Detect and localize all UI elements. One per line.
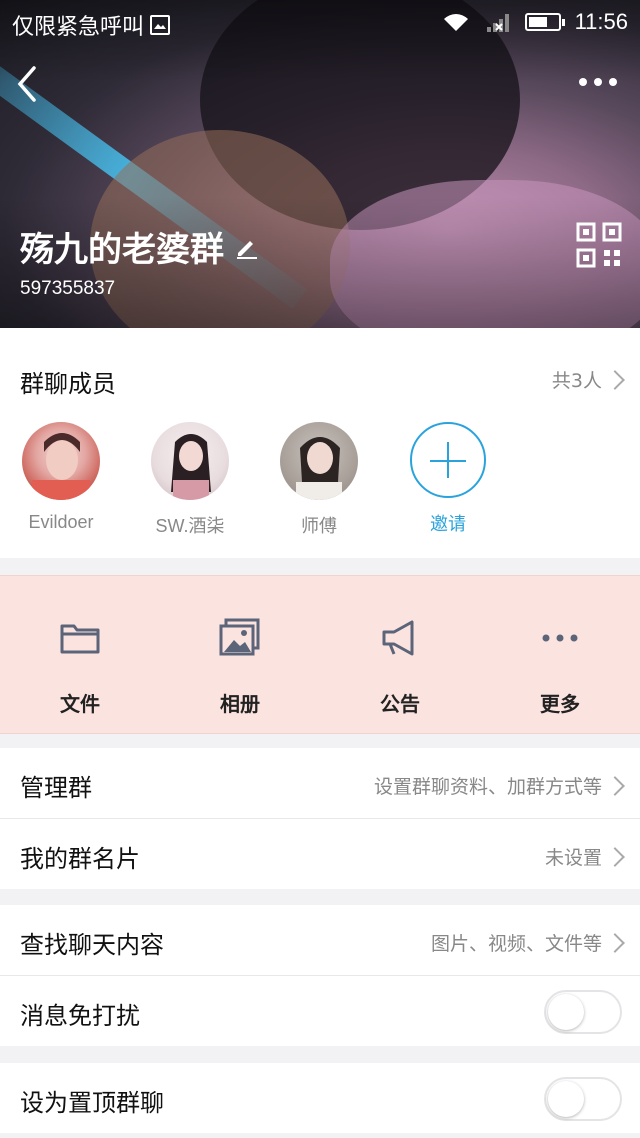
group-card-row[interactable]: 我的群名片 未设置 <box>0 819 640 889</box>
members-count: 共3人 <box>551 370 602 392</box>
search-chat-row[interactable]: 查找聊天内容 图片、视频、文件等 <box>0 905 640 976</box>
chevron-right-icon <box>605 932 625 953</box>
group-name[interactable]: 殇九的老婆群 <box>20 222 258 271</box>
back-button[interactable] <box>12 62 52 106</box>
megaphone-icon <box>382 620 414 656</box>
member-name: SW.酒柒 <box>155 516 225 536</box>
quick-action-announcement[interactable]: 公告 <box>320 616 480 717</box>
chevron-right-icon <box>605 369 625 390</box>
clock: 11:56 <box>574 9 628 34</box>
row-title: 设为置顶群聊 <box>20 1089 164 1117</box>
settings-group-3: 设为置顶群聊 <box>0 1063 640 1133</box>
settings-group-1: 管理群 设置群聊资料、加群方式等 我的群名片 未设置 <box>0 748 640 889</box>
chevron-right-icon <box>605 846 625 867</box>
album-icon <box>219 618 260 656</box>
quick-action-more[interactable]: 更多 <box>480 616 640 717</box>
avatar <box>22 422 100 500</box>
manage-group-row[interactable]: 管理群 设置群聊资料、加群方式等 <box>0 748 640 819</box>
row-value: 未设置 <box>544 847 602 869</box>
carrier-text: 仅限紧急呼叫 <box>12 14 145 39</box>
status-bar: 仅限紧急呼叫 11:56 <box>0 0 640 46</box>
mute-toggle[interactable] <box>544 990 622 1034</box>
group-id: 597355837 <box>20 278 116 299</box>
pin-toggle[interactable] <box>544 1077 622 1121</box>
add-icon <box>410 422 486 498</box>
row-title: 查找聊天内容 <box>20 931 164 959</box>
quick-actions: 文件 相册 公告 更多 <box>0 575 640 734</box>
image-icon <box>150 15 171 35</box>
quick-action-label: 文件 <box>60 692 100 716</box>
member-item[interactable]: SW.酒柒 <box>135 422 245 538</box>
more-button[interactable] <box>576 70 620 94</box>
member-item[interactable]: Evildoer <box>6 422 116 533</box>
chevron-right-icon <box>605 775 625 796</box>
more-dots-icon <box>542 634 578 642</box>
battery-icon <box>524 13 565 31</box>
qr-code-button[interactable] <box>576 222 622 268</box>
back-icon <box>17 66 36 102</box>
wifi-icon <box>443 14 468 31</box>
edit-icon[interactable] <box>234 235 258 259</box>
quick-action-files[interactable]: 文件 <box>0 616 160 717</box>
group-name-text: 殇九的老婆群 <box>20 230 224 270</box>
row-value: 设置群聊资料、加群方式等 <box>373 776 602 798</box>
avatar <box>280 422 358 500</box>
row-title: 管理群 <box>20 774 92 802</box>
invite-label: 邀请 <box>430 514 466 534</box>
quick-action-label: 更多 <box>540 692 580 716</box>
quick-action-album[interactable]: 相册 <box>160 616 320 717</box>
member-name: 师傅 <box>301 516 337 536</box>
row-title: 消息免打扰 <box>20 1002 140 1030</box>
folder-icon <box>60 624 100 654</box>
settings-group-2: 查找聊天内容 图片、视频、文件等 消息免打扰 <box>0 905 640 1046</box>
qr-code-icon <box>576 222 622 268</box>
signal-icon <box>486 14 509 32</box>
more-icon <box>579 78 617 86</box>
members-title: 群聊成员 <box>20 370 116 398</box>
invite-button[interactable]: 邀请 <box>393 422 503 536</box>
quick-action-label: 公告 <box>380 692 420 716</box>
group-header: 仅限紧急呼叫 11:56 殇九的老婆群 597355837 <box>0 0 640 328</box>
pin-row: 设为置顶群聊 <box>0 1063 640 1133</box>
members-count-link[interactable]: 共3人 <box>551 366 625 393</box>
row-value: 图片、视频、文件等 <box>430 933 602 955</box>
mute-row: 消息免打扰 <box>0 976 640 1046</box>
quick-action-label: 相册 <box>220 692 260 716</box>
row-title: 我的群名片 <box>20 845 140 873</box>
avatar <box>151 422 229 500</box>
member-item[interactable]: 师傅 <box>264 422 374 538</box>
members-section: 群聊成员 共3人 Evildoer SW.酒柒 师傅 邀请 <box>0 328 640 558</box>
member-name: Evildoer <box>28 512 94 532</box>
